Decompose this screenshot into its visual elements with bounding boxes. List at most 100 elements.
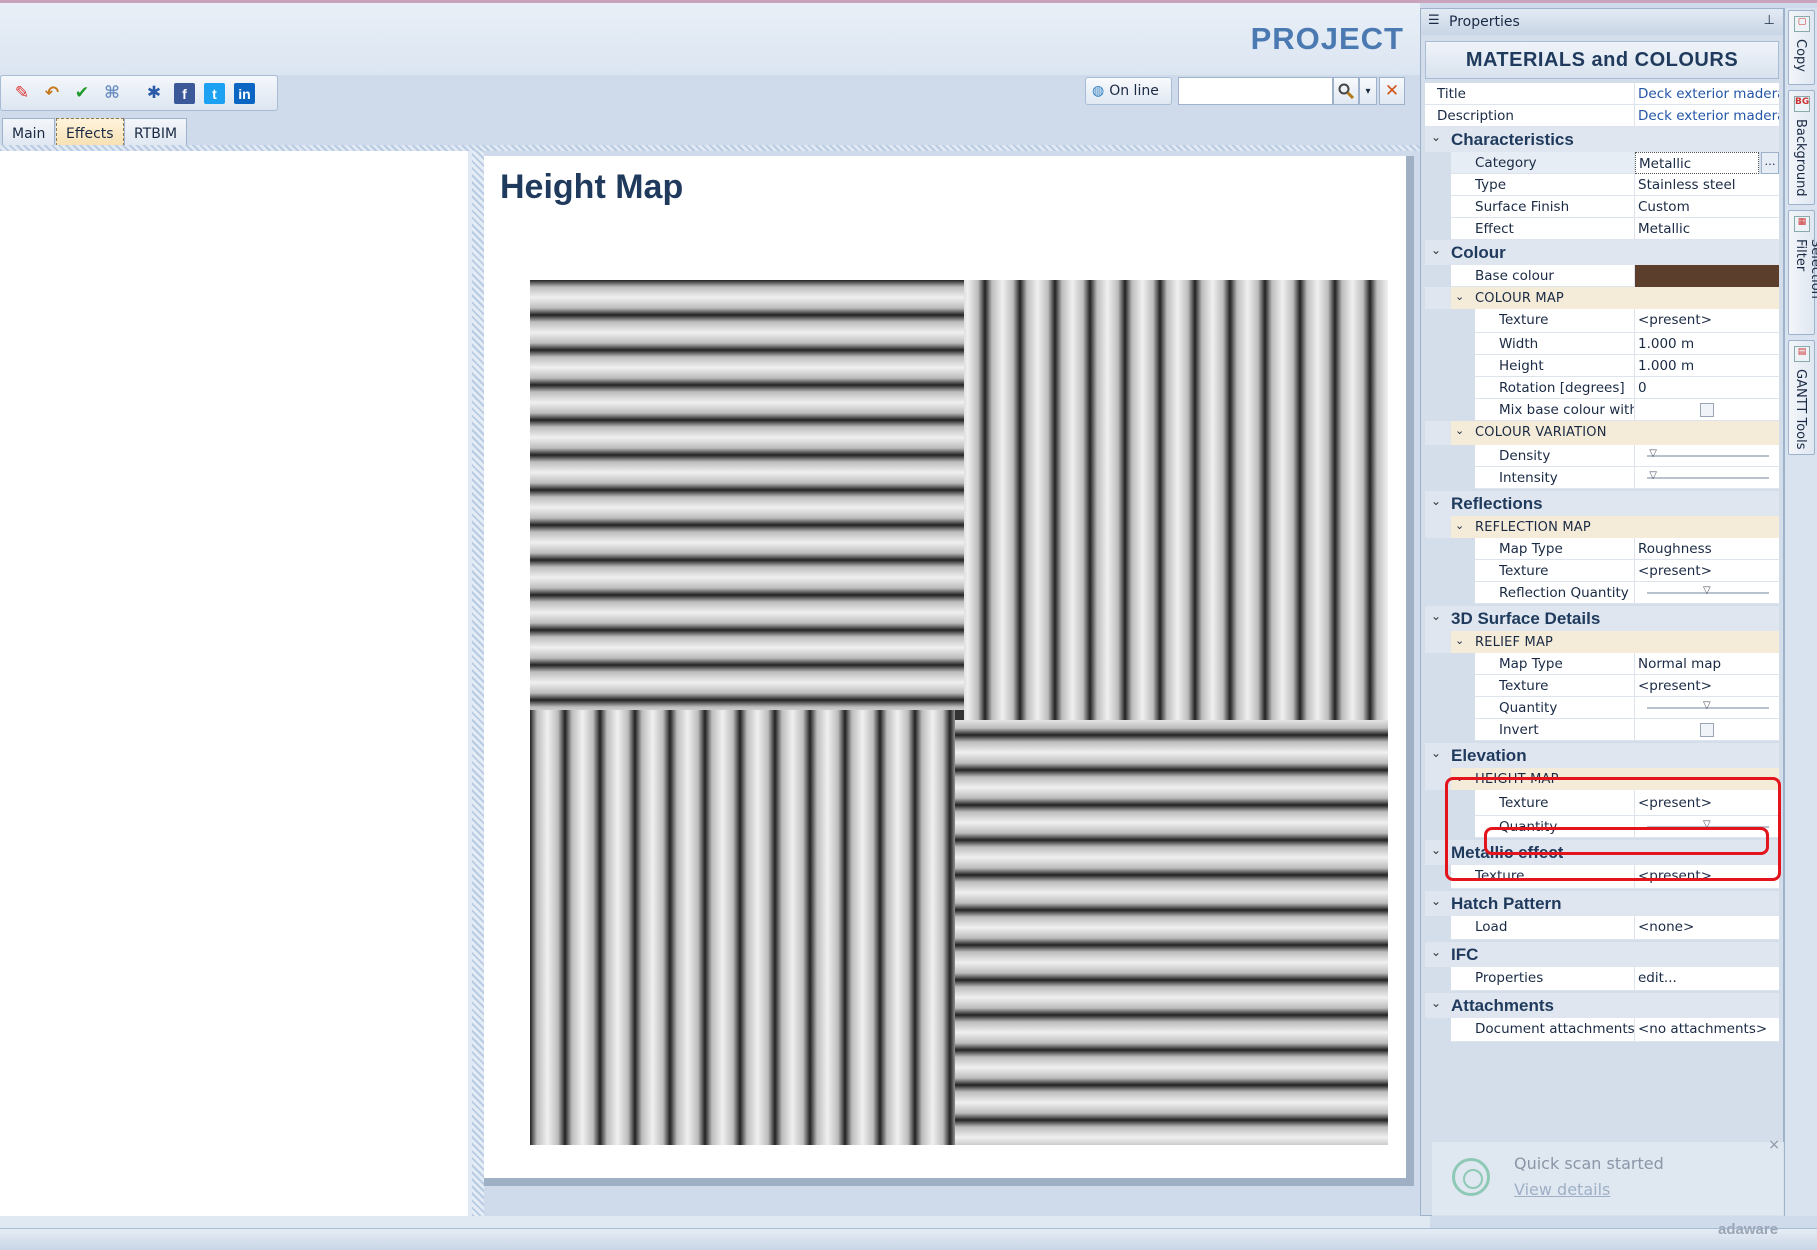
property-row-relief-texture[interactable]: Texture <present>	[1425, 675, 1779, 697]
category-3d-surface-details[interactable]: ⌄ 3D Surface Details	[1425, 606, 1779, 631]
property-row-type[interactable]: Type Stainless steel	[1425, 174, 1779, 196]
slider-thumb[interactable]: ▽	[1703, 586, 1713, 597]
subcategory-colour-map[interactable]: ⌄ COLOUR MAP	[1425, 287, 1779, 309]
property-row-reflection-quantity[interactable]: Reflection Quantity ▽	[1425, 582, 1779, 604]
slider-thumb[interactable]: ▽	[1649, 449, 1659, 460]
property-value[interactable]: <none>	[1635, 916, 1779, 940]
property-row-mix-base-colour[interactable]: Mix base colour with	[1425, 399, 1779, 421]
chevron-down-icon[interactable]: ⌄	[1455, 290, 1464, 303]
slider-thumb[interactable]: ▽	[1703, 701, 1713, 712]
property-row-load[interactable]: Load <none>	[1425, 916, 1779, 940]
property-value[interactable]: Stainless steel	[1635, 174, 1779, 196]
view-details-link[interactable]: View details	[1514, 1180, 1610, 1199]
property-value[interactable]: <no attachments>	[1635, 1018, 1779, 1042]
pin-icon[interactable]: ⊥	[1764, 13, 1775, 28]
property-value[interactable]: Metallic	[1635, 218, 1779, 240]
check-icon[interactable]: ✔	[71, 82, 93, 104]
undo-icon[interactable]: ↶	[41, 82, 63, 104]
category-elevation[interactable]: ⌄ Elevation	[1425, 743, 1779, 768]
property-value[interactable]: <present>	[1635, 560, 1779, 582]
mix-checkbox[interactable]	[1700, 403, 1714, 417]
property-value[interactable]: 0	[1635, 377, 1779, 399]
search-button[interactable]	[1333, 77, 1359, 105]
category-hatch-pattern[interactable]: ⌄ Hatch Pattern	[1425, 891, 1779, 916]
panel-splitter[interactable]	[472, 151, 484, 1216]
intensity-slider[interactable]: ▽	[1647, 471, 1769, 481]
property-value[interactable]: Normal map	[1635, 653, 1779, 675]
category-colour[interactable]: ⌄ Colour	[1425, 240, 1779, 265]
property-value[interactable]: Deck exterior madera en	[1635, 105, 1779, 127]
category-attachments[interactable]: ⌄ Attachments	[1425, 993, 1779, 1018]
property-value[interactable]: 1.000 m	[1635, 355, 1779, 377]
property-row-base-colour[interactable]: Base colour	[1425, 265, 1779, 287]
category-select[interactable]: Metallic	[1635, 152, 1759, 174]
chevron-down-icon[interactable]: ⌄	[1455, 424, 1464, 437]
property-row-document-attachments[interactable]: Document attachments <no attachments>	[1425, 1018, 1779, 1042]
chevron-down-icon[interactable]: ⌄	[1431, 945, 1441, 959]
chevron-down-icon[interactable]: ⌄	[1431, 494, 1441, 508]
search-input[interactable]	[1178, 77, 1333, 105]
subcategory-reflection-map[interactable]: ⌄ REFLECTION MAP	[1425, 516, 1779, 538]
property-row-invert[interactable]: Invert	[1425, 719, 1779, 741]
chevron-down-icon[interactable]: ⌄	[1431, 894, 1441, 908]
property-row-reflection-map-type[interactable]: Map Type Roughness	[1425, 538, 1779, 560]
toast-close-icon[interactable]: ×	[1768, 1137, 1780, 1153]
property-value[interactable]: <present>	[1635, 675, 1779, 697]
property-row-intensity[interactable]: Intensity ▽	[1425, 467, 1779, 489]
subcategory-colour-variation[interactable]: ⌄ COLOUR VARIATION	[1425, 421, 1779, 445]
density-slider[interactable]: ▽	[1647, 449, 1769, 459]
property-row-density[interactable]: Density ▽	[1425, 445, 1779, 467]
facebook-icon[interactable]: f	[174, 83, 195, 104]
ellipsis-button[interactable]: …	[1761, 152, 1779, 174]
property-row-description[interactable]: Description Deck exterior madera en	[1425, 105, 1779, 127]
sidebar-tab-gantt-tools[interactable]: ▤ GANTT Tools	[1788, 340, 1815, 455]
subcategory-relief-map[interactable]: ⌄ RELIEF MAP	[1425, 631, 1779, 653]
reflection-quantity-slider[interactable]: ▽	[1647, 586, 1769, 596]
slider-thumb[interactable]: ▽	[1649, 471, 1659, 482]
chevron-down-icon[interactable]: ⌄	[1431, 609, 1441, 623]
property-row-surface-finish[interactable]: Surface Finish Custom	[1425, 196, 1779, 218]
relief-quantity-slider[interactable]: ▽	[1647, 701, 1769, 711]
property-value[interactable]: Deck exterior madera en	[1635, 83, 1779, 105]
edit-icon[interactable]: ✎	[11, 82, 33, 104]
chevron-down-icon[interactable]: ⌄	[1455, 634, 1464, 647]
network-icon[interactable]: ✱	[143, 82, 165, 104]
property-value[interactable]: <present>	[1635, 309, 1779, 333]
category-characteristics[interactable]: ⌄ Characteristics	[1425, 127, 1779, 152]
property-row-effect[interactable]: Effect Metallic	[1425, 218, 1779, 240]
chevron-down-icon[interactable]: ⌄	[1455, 519, 1464, 532]
property-row-width[interactable]: Width 1.000 m	[1425, 333, 1779, 355]
property-value[interactable]: Roughness	[1635, 538, 1779, 560]
property-row-ifc-properties[interactable]: Properties edit...	[1425, 967, 1779, 991]
property-row-rotation[interactable]: Rotation [degrees] 0	[1425, 377, 1779, 399]
property-value[interactable]: edit...	[1635, 967, 1779, 991]
twitter-icon[interactable]: t	[204, 83, 225, 104]
property-value[interactable]: 1.000 m	[1635, 333, 1779, 355]
category-reflections[interactable]: ⌄ Reflections	[1425, 491, 1779, 516]
property-row-title[interactable]: Title Deck exterior madera en	[1425, 83, 1779, 105]
online-button[interactable]: ◍ On line	[1085, 77, 1172, 105]
sidebar-tab-selection-filter[interactable]: ▦ Selection Filter	[1788, 210, 1817, 335]
property-value[interactable]: Custom	[1635, 196, 1779, 218]
paperclip-icon[interactable]: ⌘	[101, 82, 123, 104]
property-row-category[interactable]: Category Metallic…	[1425, 152, 1779, 174]
category-ifc[interactable]: ⌄ IFC	[1425, 942, 1779, 967]
property-row-height[interactable]: Height 1.000 m	[1425, 355, 1779, 377]
tab-main[interactable]: Main	[2, 118, 56, 146]
tab-effects[interactable]: Effects	[56, 118, 124, 146]
chevron-down-icon[interactable]: ⌄	[1431, 130, 1441, 144]
invert-checkbox[interactable]	[1700, 723, 1714, 737]
search-dropdown-button[interactable]: ▾	[1359, 77, 1377, 105]
chevron-down-icon[interactable]: ⌄	[1431, 996, 1441, 1010]
property-row-reflection-texture[interactable]: Texture <present>	[1425, 560, 1779, 582]
chevron-down-icon[interactable]: ⌄	[1431, 843, 1441, 857]
tab-rtbim[interactable]: RTBIM	[124, 118, 188, 146]
base-colour-swatch[interactable]	[1635, 265, 1779, 287]
chevron-down-icon[interactable]: ⌄	[1431, 243, 1441, 257]
sidebar-tab-copy[interactable]: ▢ Copy	[1788, 10, 1815, 85]
property-row-colour-texture[interactable]: Texture <present>	[1425, 309, 1779, 333]
property-row-relief-map-type[interactable]: Map Type Normal map	[1425, 653, 1779, 675]
property-row-relief-quantity[interactable]: Quantity ▽	[1425, 697, 1779, 719]
close-button[interactable]: ✕	[1379, 77, 1405, 105]
linkedin-icon[interactable]: in	[234, 83, 255, 104]
